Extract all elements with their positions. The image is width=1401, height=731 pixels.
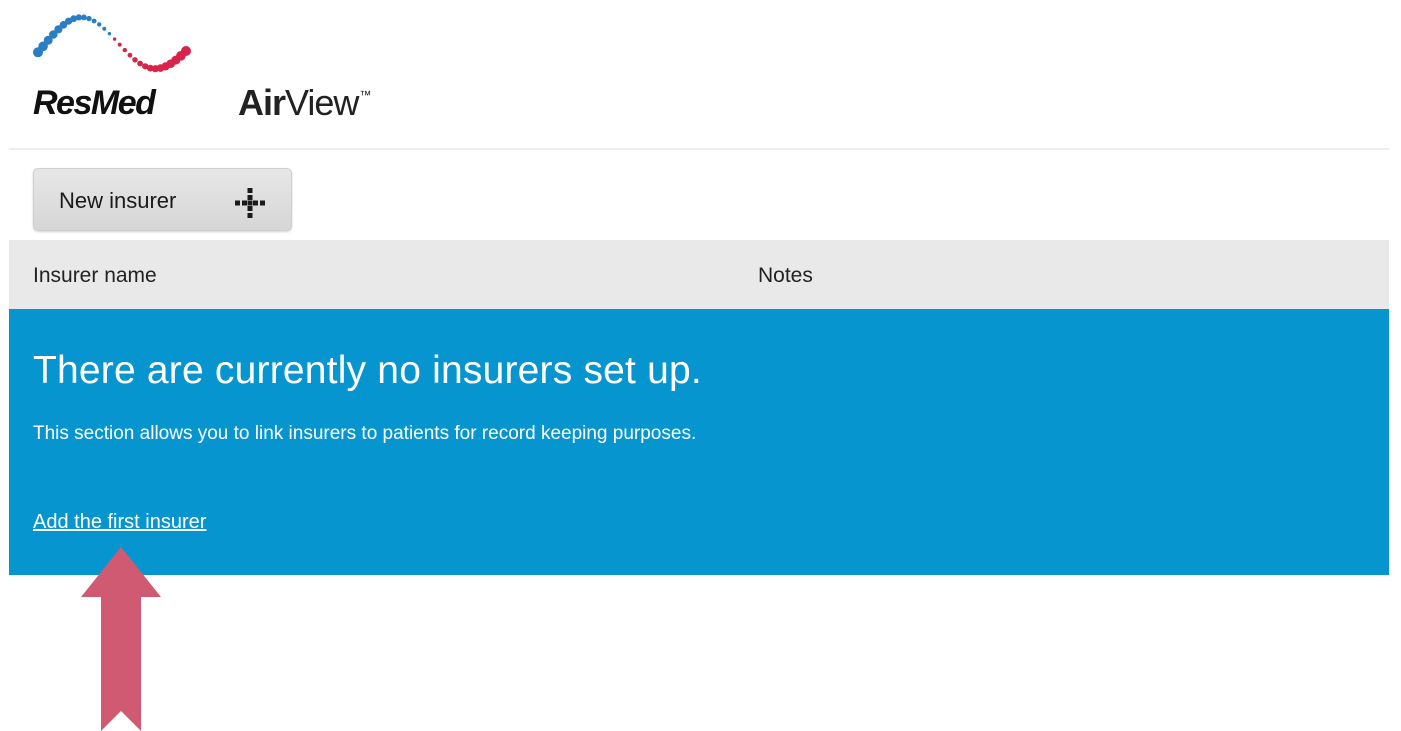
new-insurer-label: New insurer <box>59 188 177 213</box>
resmed-wave-icon <box>33 14 191 73</box>
column-header-insurer-name[interactable]: Insurer name <box>33 264 157 288</box>
product-name-air: Air <box>238 82 286 123</box>
logo: ResMed AirView™ <box>30 0 430 140</box>
trademark-symbol: ™ <box>359 88 371 102</box>
brand-name: ResMed <box>33 84 156 122</box>
product-name: AirView™ <box>238 82 371 124</box>
empty-state-panel: There are currently no insurers set up. … <box>9 309 1389 575</box>
empty-state-title: There are currently no insurers set up. <box>33 349 702 392</box>
empty-state-description: This section allows you to link insurers… <box>33 423 697 444</box>
add-first-insurer-link[interactable]: Add the first insurer <box>33 511 206 534</box>
table-header: Insurer name Notes <box>9 240 1389 309</box>
plus-icon <box>235 188 265 218</box>
new-insurer-button[interactable]: New insurer <box>33 168 292 231</box>
up-arrow-icon <box>81 547 161 731</box>
column-header-notes[interactable]: Notes <box>758 264 813 288</box>
header-divider <box>9 148 1389 150</box>
product-name-view: View <box>285 82 359 123</box>
